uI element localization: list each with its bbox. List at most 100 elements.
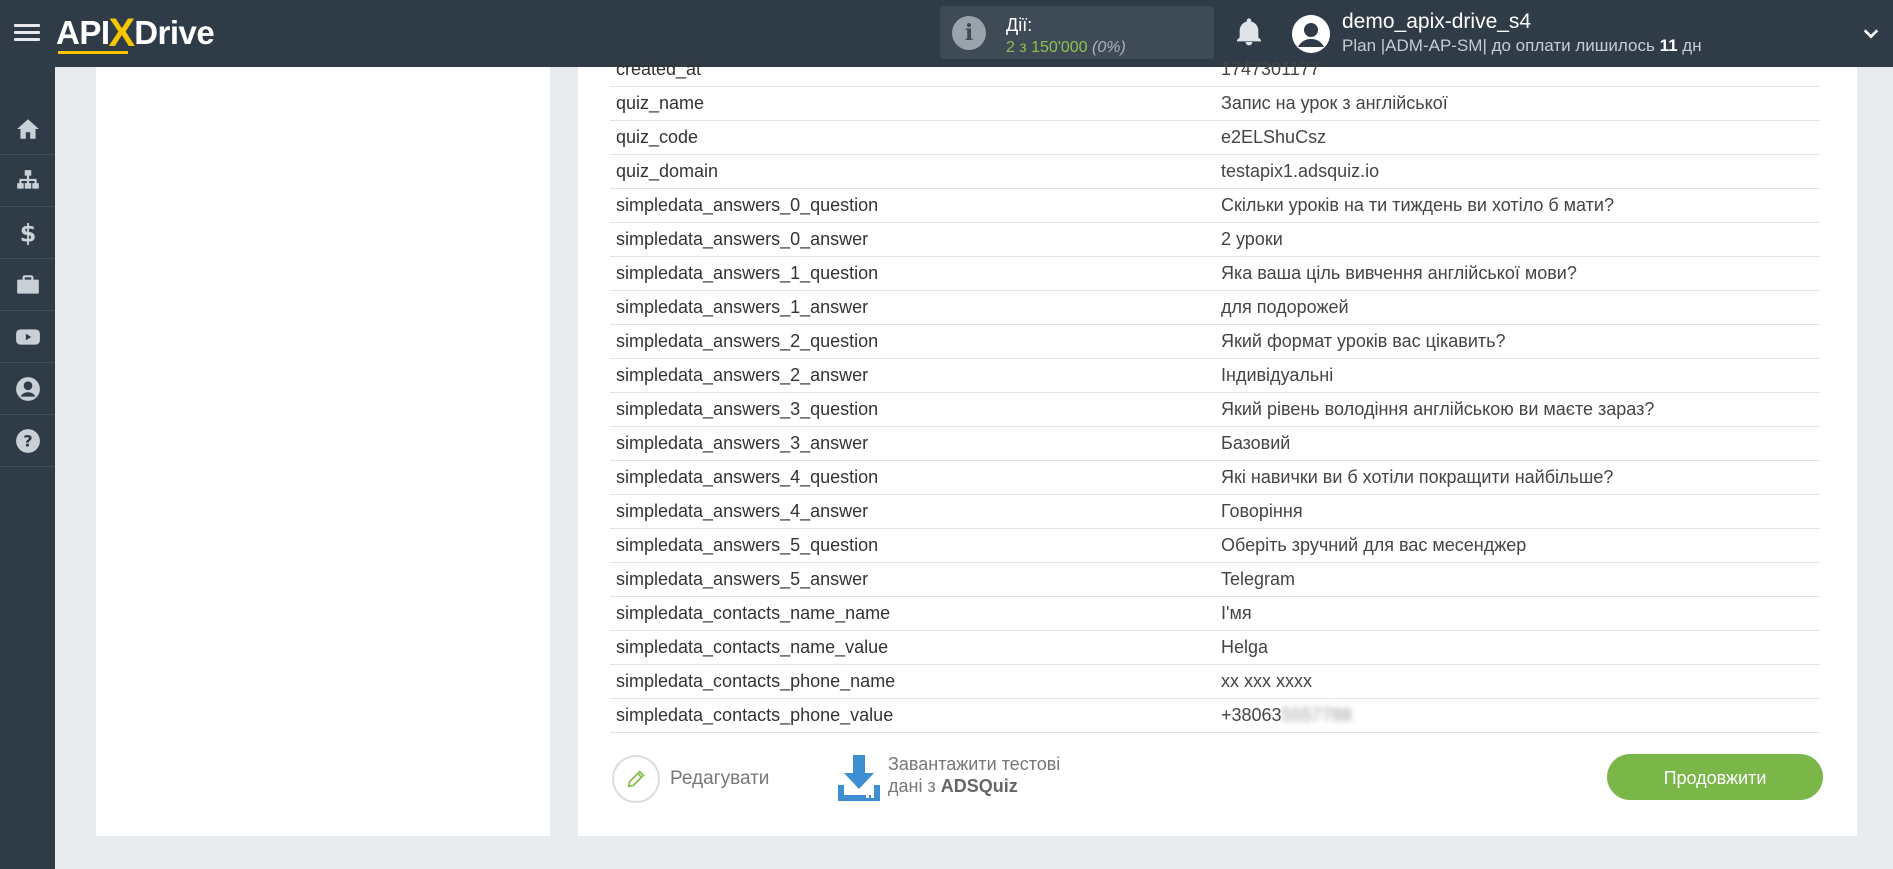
table-row: simpledata_answers_5_question Оберіть зру… (610, 528, 1820, 563)
field-key: simpledata_answers_1_question (610, 256, 1215, 291)
table-row: simpledata_answers_1_question Яка ваша ці… (610, 256, 1820, 291)
table-row: created_at 1747301177 (610, 53, 1820, 87)
field-value-text: +38063 (1221, 705, 1282, 725)
help-icon: ? (15, 428, 40, 453)
field-value-text: Telegram (1221, 569, 1296, 589)
table-row: simpledata_contacts_name_value Helga (610, 630, 1820, 665)
field-value-text: Скільки уроків на ти тиждень ви хотіло б… (1221, 195, 1614, 215)
download-icon (838, 755, 880, 801)
sidebar-item-help[interactable]: ? (0, 415, 55, 467)
field-value-text: e2ELShuCsz (1221, 127, 1327, 147)
table-row: simpledata_answers_2_question Який формат… (610, 324, 1820, 359)
field-value-text: для подорожей (1221, 297, 1349, 317)
field-key: quiz_domain (610, 154, 1215, 189)
field-value: Скільки уроків на ти тиждень ви хотіло б… (1215, 188, 1820, 223)
home-icon (16, 118, 39, 139)
field-value: Який формат уроків вас цікавить? (1215, 324, 1820, 359)
field-key: simpledata_answers_5_question (610, 528, 1215, 563)
sidebar-item-video[interactable] (0, 311, 55, 363)
avatar[interactable] (1292, 15, 1330, 53)
table-row: simpledata_answers_4_question Які навички… (610, 460, 1820, 495)
logo[interactable]: API X Drive (56, 8, 215, 58)
info-icon: i (952, 16, 986, 50)
left-panel (96, 67, 550, 836)
field-value-text: Який рівень володіння англійською ви має… (1221, 399, 1655, 419)
table-row: simpledata_contacts_phone_name xx xxx xxx… (610, 664, 1820, 699)
field-value: xx xxx xxxx (1215, 664, 1820, 699)
download-test-data-button[interactable]: Завантажити тестові дані з ADSQuiz (836, 753, 1060, 803)
sidebar-item-account[interactable] (0, 363, 55, 415)
field-value-text: Запис на урок з англійської (1221, 93, 1448, 113)
edit-button[interactable]: Редагувати (612, 755, 769, 803)
pencil-icon (612, 755, 660, 803)
field-value: +380635557788 (1215, 698, 1820, 733)
table-row: quiz_code e2ELShuCsz (610, 120, 1820, 155)
field-value: Telegram (1215, 562, 1820, 597)
field-value: testapix1.adsquiz.io (1215, 154, 1820, 189)
logo-underline (58, 51, 128, 54)
field-value: Яка ваша ціль вивчення англійської мови? (1215, 256, 1820, 291)
download-source: ADSQuiz (940, 776, 1018, 796)
sidebar-item-connections[interactable] (0, 155, 55, 207)
username[interactable]: demo_apix-drive_s4 (1342, 10, 1531, 34)
field-value: Оберіть зручний для вас месенджер (1215, 528, 1820, 563)
actions-counter[interactable]: i Дії: 2 з 150'000 (0%) (940, 6, 1214, 59)
field-value-text: Helga (1221, 637, 1269, 657)
table-row: simpledata_answers_4_answer Говоріння (610, 494, 1820, 529)
field-value-text: xx xxx xxxx (1221, 671, 1313, 691)
field-value: Індивідуальні (1215, 358, 1820, 393)
svg-text:?: ? (23, 431, 32, 450)
briefcase-icon (16, 274, 39, 294)
continue-button[interactable]: Продовжити (1607, 754, 1823, 800)
field-key: simpledata_contacts_name_value (610, 630, 1215, 665)
field-value-text: Базовий (1221, 433, 1291, 453)
edit-label: Редагувати (670, 768, 770, 789)
field-value: для подорожей (1215, 290, 1820, 325)
chevron-down-icon[interactable] (1862, 24, 1880, 42)
download-line1: Завантажити тестові (888, 754, 1061, 774)
field-key: simpledata_answers_4_question (610, 460, 1215, 495)
table-row: simpledata_answers_2_answer Індивідуальні (610, 358, 1820, 393)
field-key: created_at (610, 53, 1215, 87)
svg-text:$: $ (19, 220, 36, 246)
menu-icon[interactable] (14, 20, 40, 46)
field-value-text: Яка ваша ціль вивчення англійської мови? (1221, 263, 1577, 283)
field-value: Helga (1215, 630, 1820, 665)
sidebar: $ ? (0, 67, 55, 869)
dollar-icon: $ (19, 220, 36, 246)
field-value-text: Який формат уроків вас цікавить? (1221, 331, 1506, 351)
user-avatar-icon (1292, 15, 1330, 53)
field-value: Базовий (1215, 426, 1820, 461)
logo-left: API (56, 14, 110, 51)
table-row: simpledata_answers_0_question Скільки уро… (610, 188, 1820, 223)
field-key: simpledata_answers_2_question (610, 324, 1215, 359)
sidebar-item-home[interactable] (0, 103, 55, 155)
field-key: quiz_name (610, 86, 1215, 121)
field-key: quiz_code (610, 120, 1215, 155)
field-key: simpledata_answers_5_answer (610, 562, 1215, 597)
download-line2: дані з ADSQuiz (888, 775, 1060, 797)
field-key: simpledata_answers_2_answer (610, 358, 1215, 393)
field-key: simpledata_answers_1_answer (610, 290, 1215, 325)
field-value-text: Індивідуальні (1221, 365, 1334, 385)
field-key: simpledata_contacts_phone_value (610, 698, 1215, 733)
table-row: simpledata_answers_1_answer для подорожей (610, 290, 1820, 325)
sitemap-icon (16, 169, 39, 189)
table-row: simpledata_answers_3_answer Базовий (610, 426, 1820, 461)
bell-icon[interactable] (1233, 16, 1265, 48)
table-row: simpledata_answers_0_answer 2 уроки (610, 222, 1820, 257)
field-value-text: 2 уроки (1221, 229, 1283, 249)
table-row: simpledata_answers_5_answer Telegram (610, 562, 1820, 597)
actions-title: Дії: (1006, 15, 1033, 35)
table-row: simpledata_contacts_name_name І'мя (610, 596, 1820, 631)
field-value: Які навички ви б хотіли покращити найбіл… (1215, 460, 1820, 495)
field-key: simpledata_answers_3_question (610, 392, 1215, 427)
field-value: 2 уроки (1215, 222, 1820, 257)
field-key: simpledata_contacts_name_name (610, 596, 1215, 631)
field-value: e2ELShuCsz (1215, 120, 1820, 155)
field-value-text: Говоріння (1221, 501, 1303, 521)
field-key: simpledata_contacts_phone_name (610, 664, 1215, 699)
sidebar-item-projects[interactable] (0, 259, 55, 311)
user-icon (15, 376, 40, 401)
sidebar-item-billing[interactable]: $ (0, 207, 55, 259)
